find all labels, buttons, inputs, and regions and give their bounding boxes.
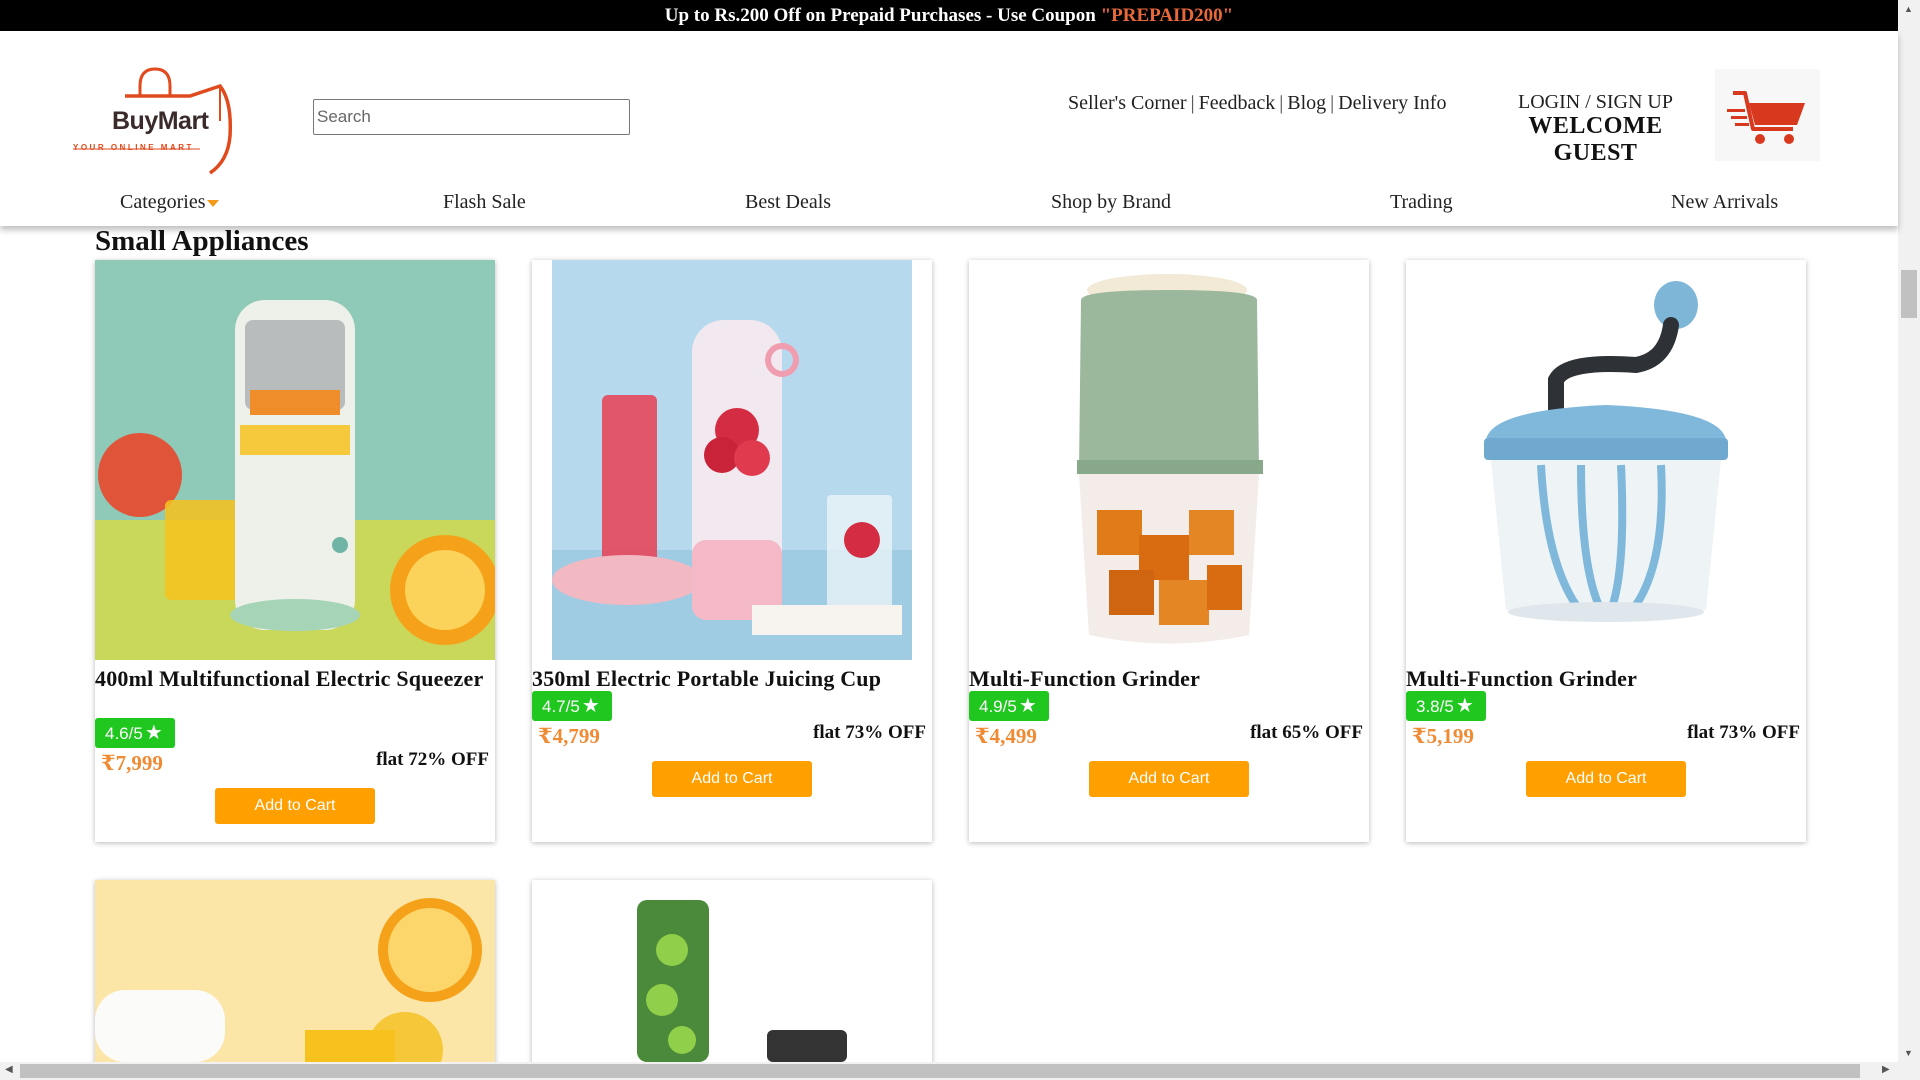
nav-categories[interactable]: Categories <box>120 191 219 214</box>
logo-tagline: YOUR ONLINE MART <box>73 143 194 152</box>
rating-value: 4.6/5 <box>105 724 143 743</box>
product-card[interactable] <box>532 880 932 1080</box>
product-image-squeezer[interactable] <box>95 260 495 660</box>
product-name[interactable]: 350ml Electric Portable Juicing Cup <box>532 665 932 692</box>
product-name[interactable]: Multi-Function Grinder <box>1406 665 1806 692</box>
link-delivery-info[interactable]: Delivery Info <box>1338 92 1446 114</box>
promo-text: Up to Rs.200 Off on Prepaid Purchases - … <box>664 5 1101 26</box>
nav-trading[interactable]: Trading <box>1390 191 1453 214</box>
horizontal-scrollbar[interactable]: ◀ ▶ <box>0 1062 1920 1080</box>
scroll-left-icon[interactable]: ◀ <box>5 1064 13 1075</box>
rating-value: 4.9/5 <box>979 697 1017 716</box>
discount-label: flat 73% OFF <box>1687 722 1800 743</box>
main-nav: Categories Flash Sale Best Deals Shop by… <box>0 186 1898 226</box>
product-name[interactable]: 400ml Multifunctional Electric Squeezer <box>95 665 495 692</box>
rating-value: 3.8/5 <box>1416 697 1454 716</box>
rating-badge: 4.7/5 ★ <box>532 691 612 721</box>
product-image-kiwi-blender[interactable] <box>532 880 932 1062</box>
account-area: LOGIN / SIGN UP WELCOME GUEST <box>1488 91 1703 167</box>
chevron-down-icon <box>206 199 219 207</box>
product-image-grinder-blue[interactable] <box>1406 260 1806 660</box>
link-feedback[interactable]: Feedback <box>1199 92 1276 114</box>
product-image-lemon-juicer[interactable] <box>95 880 495 1062</box>
nav-best-deals[interactable]: Best Deals <box>745 191 831 214</box>
rating-value: 4.7/5 <box>542 697 580 716</box>
add-to-cart-button[interactable]: Add to Cart <box>1526 761 1686 797</box>
rating-badge: 4.6/5 ★ <box>95 718 175 748</box>
product-card[interactable]: Multi-Function Grinder 3.8/5 ★ ₹5,199 fla… <box>1406 260 1806 842</box>
scrollbar-thumb[interactable] <box>20 1064 1860 1078</box>
logo-name: BuyMart <box>112 107 209 135</box>
product-price: ₹7,999 <box>101 751 163 775</box>
nav-flash-sale[interactable]: Flash Sale <box>443 191 526 214</box>
top-links: Seller's Corner | Feedback | Blog | Delivery I… <box>1068 92 1447 114</box>
login-signup-link[interactable]: LOGIN / SIGN UP <box>1488 91 1703 114</box>
product-image-grinder-green[interactable] <box>969 260 1369 660</box>
site-header: BuyMart YOUR ONLINE MART Seller's Corner… <box>0 31 1898 226</box>
cart-button[interactable] <box>1715 69 1820 161</box>
scrollbar-thumb[interactable] <box>1901 270 1917 318</box>
product-price: ₹5,199 <box>1412 724 1474 748</box>
vertical-scrollbar[interactable]: ▲ ▼ <box>1898 0 1920 1062</box>
product-card[interactable] <box>95 880 495 1080</box>
product-image-juicing-cup[interactable] <box>532 260 932 660</box>
welcome-text: WELCOME GUEST <box>1528 113 1663 166</box>
add-to-cart-button[interactable]: Add to Cart <box>1089 761 1249 797</box>
coupon-code: "PREPAID200" <box>1100 5 1234 26</box>
nav-new-arrivals[interactable]: New Arrivals <box>1671 191 1778 214</box>
search-input[interactable] <box>313 99 630 135</box>
link-sellers-corner[interactable]: Seller's Corner <box>1068 92 1187 114</box>
add-to-cart-button[interactable]: Add to Cart <box>215 788 375 824</box>
product-card[interactable]: Multi-Function Grinder 4.9/5 ★ ₹4,499 fla… <box>969 260 1369 842</box>
product-price: ₹4,799 <box>538 724 600 748</box>
rating-badge: 4.9/5 ★ <box>969 691 1049 721</box>
nav-label: Categories <box>120 191 206 213</box>
scroll-right-icon[interactable]: ▶ <box>1882 1064 1890 1075</box>
star-icon: ★ <box>1455 695 1474 717</box>
star-icon: ★ <box>1018 695 1037 717</box>
product-card[interactable]: 400ml Multifunctional Electric Squeezer … <box>95 260 495 842</box>
add-to-cart-button[interactable]: Add to Cart <box>652 761 812 797</box>
discount-label: flat 65% OFF <box>1250 722 1363 743</box>
link-blog[interactable]: Blog <box>1287 92 1326 114</box>
discount-label: flat 72% OFF <box>376 749 489 770</box>
product-card[interactable]: 350ml Electric Portable Juicing Cup 4.7/… <box>532 260 932 842</box>
scroll-down-icon[interactable]: ▼ <box>1904 1048 1913 1058</box>
discount-label: flat 73% OFF <box>813 722 926 743</box>
promo-banner: Up to Rs.200 Off on Prepaid Purchases - … <box>0 0 1898 31</box>
scroll-up-icon[interactable]: ▲ <box>1904 4 1913 14</box>
product-price: ₹4,499 <box>975 724 1037 748</box>
star-icon: ★ <box>144 722 163 744</box>
nav-shop-by-brand[interactable]: Shop by Brand <box>1051 191 1171 214</box>
star-icon: ★ <box>581 695 600 717</box>
site-logo[interactable]: BuyMart YOUR ONLINE MART <box>70 61 240 176</box>
rating-badge: 3.8/5 ★ <box>1406 691 1486 721</box>
section-title: Small Appliances <box>95 225 309 257</box>
cart-icon <box>1727 91 1805 144</box>
product-name[interactable]: Multi-Function Grinder <box>969 665 1369 692</box>
